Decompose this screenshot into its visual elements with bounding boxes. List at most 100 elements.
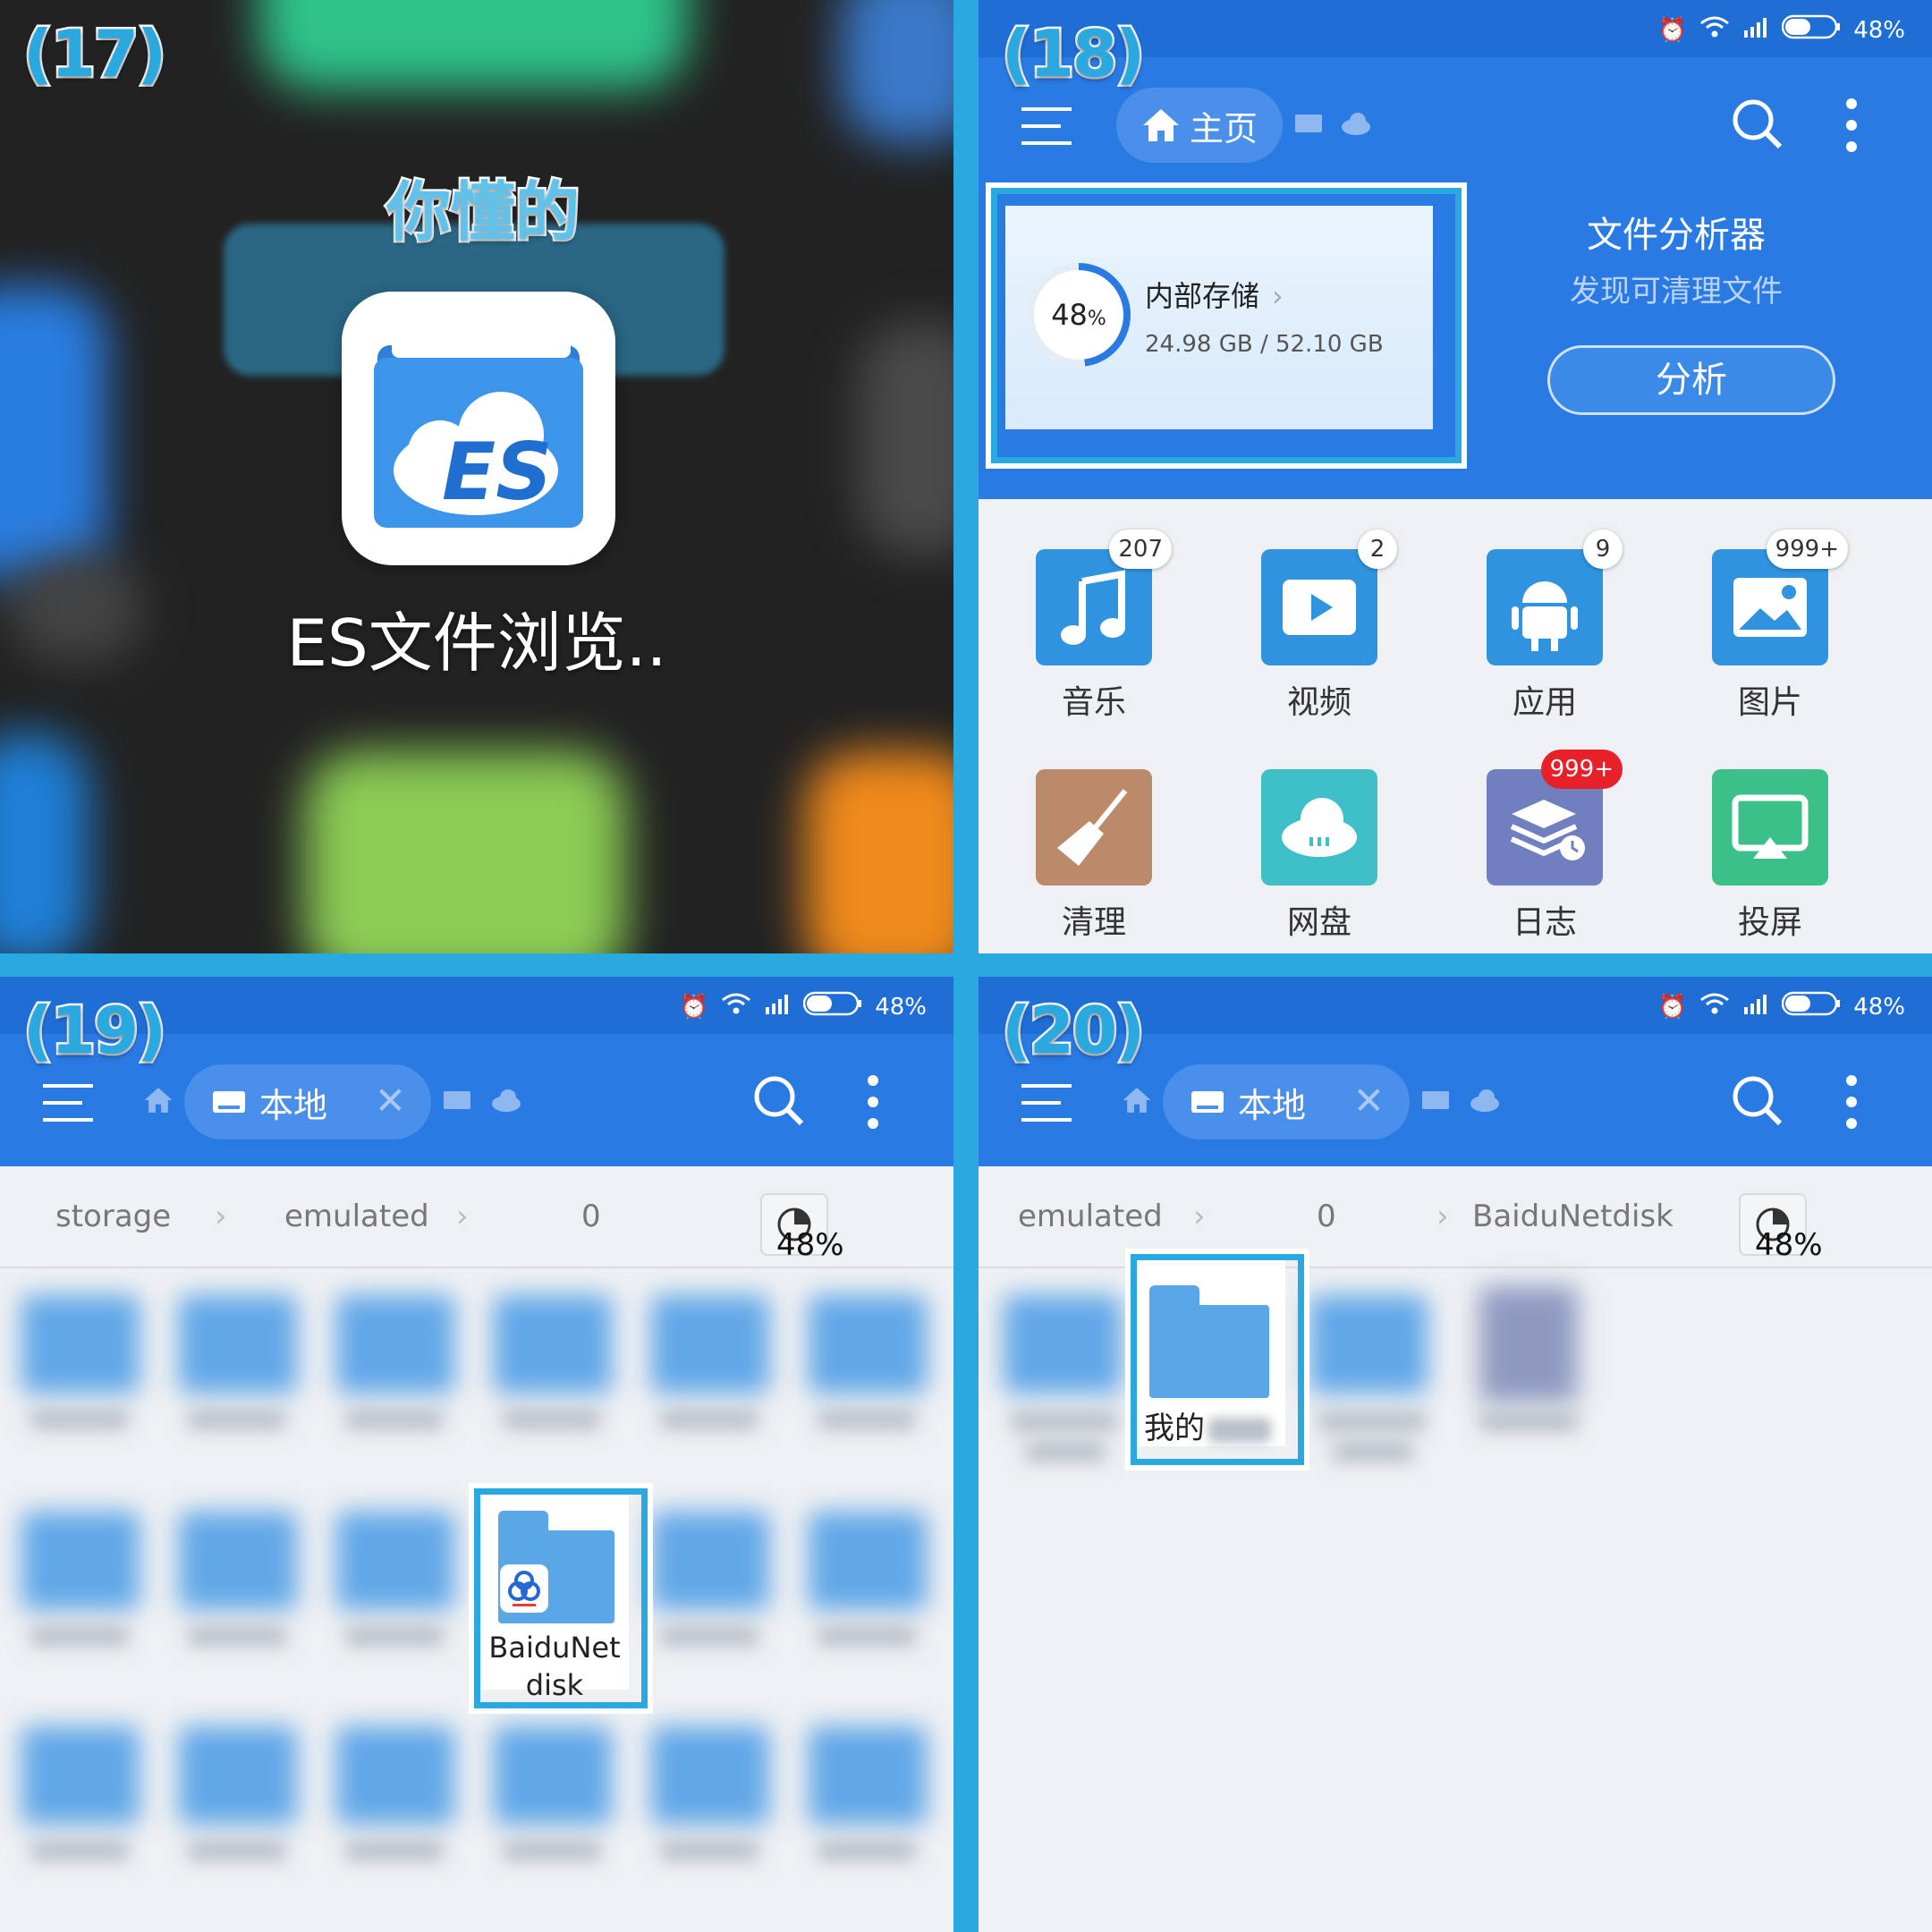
tab-home[interactable]: 主页 [1116, 88, 1283, 163]
home-icon[interactable] [143, 1086, 174, 1114]
menu-icon[interactable] [1021, 107, 1072, 145]
signal-icon [1742, 993, 1769, 1021]
signal-icon [1742, 16, 1769, 44]
more-options-icon[interactable] [1843, 98, 1860, 152]
app-label: ES文件浏览.. [286, 606, 667, 681]
blurred-folder [179, 1512, 297, 1610]
blurred-folder [336, 1295, 454, 1394]
count-badge: 2 [1358, 530, 1397, 569]
search-icon[interactable] [1730, 97, 1784, 150]
blurred-folder [179, 1726, 297, 1825]
count-badge: 207 [1109, 530, 1172, 569]
category-video[interactable]: 2 视频 [1261, 530, 1397, 723]
search-icon[interactable] [1730, 1073, 1784, 1127]
category-label: 应用 [1512, 684, 1577, 721]
blurred-folder [809, 1295, 927, 1394]
wifi-icon [1699, 992, 1730, 1021]
analyzer-subtitle: 发现可清理文件 [1570, 274, 1783, 309]
wifi-icon [721, 992, 751, 1021]
battery-percent: 48% [875, 993, 927, 1021]
battery-icon [802, 991, 862, 1022]
blurred-folder [494, 1295, 612, 1394]
usage-percent: 48% [1755, 1227, 1823, 1263]
home-icon [1143, 109, 1179, 141]
sdcard-tab-icon[interactable] [442, 1088, 472, 1113]
search-icon[interactable] [751, 1073, 805, 1127]
blurred-folder [809, 1726, 927, 1825]
count-badge: 9 [1583, 530, 1623, 569]
panel-step-17: (17) 你懂的 ES ES文件浏览.. [0, 0, 953, 953]
signal-icon [764, 993, 791, 1021]
alarm-icon: ⏰ [679, 993, 709, 1021]
tab-local[interactable]: 本地 ✕ [184, 1064, 431, 1140]
sdcard-icon [213, 1091, 245, 1113]
cloud-tab-icon[interactable] [1340, 111, 1372, 136]
close-tab-icon[interactable]: ✕ [375, 1079, 406, 1123]
tab-home-label: 主页 [1190, 108, 1258, 148]
highlight-box [474, 1488, 648, 1708]
blurred-folder [809, 1512, 927, 1610]
tab-local[interactable]: 本地 ✕ [1163, 1064, 1410, 1140]
tab-local-label: 本地 [259, 1085, 328, 1125]
panel-step-19: ⏰ 48% 本地 ✕ storage › emulated › 0 48% Ba… [0, 977, 953, 1932]
category-music[interactable]: 207 音乐 [1036, 530, 1172, 723]
wifi-icon [1699, 15, 1730, 45]
analyze-button[interactable]: 分析 [1547, 345, 1835, 415]
category-label: 网盘 [1286, 904, 1352, 941]
more-options-icon[interactable] [1843, 1075, 1860, 1129]
category-label: 日志 [1512, 904, 1577, 941]
breadcrumb-item[interactable]: emulated [1018, 1199, 1163, 1234]
storage-usage-button[interactable]: 48% [760, 1193, 844, 1263]
more-options-icon[interactable] [864, 1075, 882, 1129]
battery-percent: 48% [1853, 16, 1905, 44]
category-log[interactable]: 999+ 日志 [1487, 750, 1623, 943]
battery-percent: 48% [1853, 993, 1905, 1021]
category-label: 视频 [1286, 684, 1352, 721]
blurred-folder [21, 1295, 140, 1394]
breadcrumb-item[interactable]: emulated [284, 1199, 429, 1234]
category-android[interactable]: 9 应用 [1487, 530, 1623, 723]
panel-step-20: ⏰ 48% 本地 ✕ emulated › 0 › BaiduNetdisk 4… [979, 977, 1932, 1932]
chevron-right-icon: › [1193, 1199, 1206, 1234]
broom-icon [1036, 769, 1152, 886]
analyzer-title: 文件分析器 [1587, 215, 1766, 256]
video-icon: 2 [1261, 530, 1397, 665]
highlight-box [1131, 1254, 1304, 1465]
breadcrumb-item[interactable]: 0 [1317, 1199, 1336, 1234]
category-label: 投屏 [1737, 904, 1802, 941]
blurred-folder [651, 1726, 769, 1825]
es-file-explorer-app-icon[interactable]: ES [342, 292, 615, 565]
breadcrumb-item[interactable]: storage [55, 1199, 171, 1234]
category-label: 清理 [1061, 904, 1126, 941]
category-label: 音乐 [1061, 684, 1126, 721]
android-icon: 9 [1487, 530, 1623, 665]
blurred-folder [21, 1512, 140, 1610]
home-icon[interactable] [1122, 1086, 1152, 1114]
close-tab-icon[interactable]: ✕ [1353, 1079, 1385, 1123]
count-badge: 999+ [1766, 530, 1848, 569]
menu-icon[interactable] [1021, 1084, 1072, 1122]
menu-icon[interactable] [43, 1084, 93, 1122]
blurred-folder [179, 1295, 297, 1394]
category-broom[interactable]: 清理 [1036, 769, 1152, 943]
category-cloud[interactable]: 网盘 [1261, 769, 1377, 943]
cloud-tab-icon[interactable] [490, 1088, 522, 1113]
category-cast[interactable]: 投屏 [1712, 769, 1828, 943]
music-icon: 207 [1036, 530, 1172, 665]
sdcard-tab-icon[interactable] [1293, 111, 1324, 136]
breadcrumb: emulated › 0 › BaiduNetdisk 48% [979, 1166, 1932, 1268]
image-icon: 999+ [1712, 530, 1848, 665]
breadcrumb-item[interactable]: BaiduNetdisk [1472, 1199, 1674, 1234]
cloud-tab-icon[interactable] [1469, 1088, 1501, 1113]
count-badge: 999+ [1540, 750, 1623, 789]
step-number: (18) [999, 14, 1147, 94]
alarm-icon: ⏰ [1657, 993, 1688, 1021]
category-image[interactable]: 999+ 图片 [1712, 530, 1848, 723]
storage-usage-button[interactable]: 48% [1739, 1193, 1823, 1263]
breadcrumb: storage › emulated › 0 48% [0, 1166, 953, 1268]
sdcard-tab-icon[interactable] [1420, 1088, 1451, 1113]
chevron-right-icon: › [215, 1199, 227, 1234]
breadcrumb-item[interactable]: 0 [581, 1199, 601, 1234]
step-number: (19) [21, 991, 168, 1071]
blurred-folder [336, 1512, 454, 1610]
